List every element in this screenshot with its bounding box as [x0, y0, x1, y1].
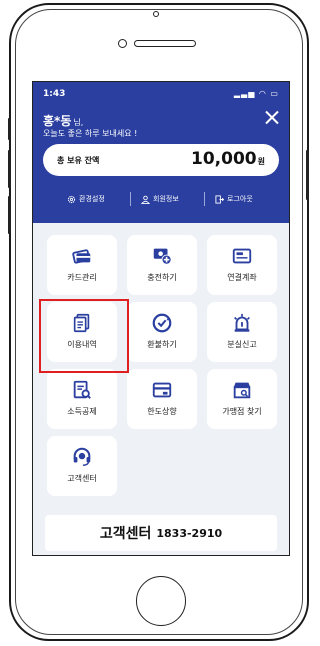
header-menu: 환경설정 회원정보 로그아웃	[33, 192, 289, 208]
logout-label: 로그아웃	[227, 195, 253, 203]
user-icon	[141, 195, 150, 204]
member-info-button[interactable]: 회원정보	[141, 194, 179, 204]
tile-refund[interactable]: 환불하기	[127, 302, 197, 362]
footer-title: 고객센터	[99, 526, 152, 542]
store-icon	[233, 382, 251, 399]
tile-income-deduction[interactable]: 소득공제	[47, 369, 117, 429]
limit-icon	[152, 382, 172, 398]
user-name-text: 홍*동	[43, 114, 72, 128]
app-header: 1:43 ▂▃▅ ◠ ▭ 홍*동 님, 오늘도 좋은 하루 보내세요 ! 총 보유…	[33, 82, 289, 223]
home-button[interactable]	[136, 576, 186, 626]
tile-card-management[interactable]: 카드관리	[47, 235, 117, 295]
close-icon[interactable]	[265, 110, 279, 124]
charge-icon	[153, 248, 172, 265]
app-screen: 1:43 ▂▃▅ ◠ ▭ 홍*동 님, 오늘도 좋은 하루 보내세요 ! 총 보유…	[32, 81, 290, 556]
tile-report-lost[interactable]: 분실신고	[207, 302, 277, 362]
volume-up-button	[8, 150, 11, 188]
balance-value: 10,000	[191, 149, 257, 169]
customer-center-banner[interactable]: 고객센터 1833-2910	[45, 515, 277, 551]
user-name: 홍*동 님,	[43, 112, 83, 129]
tile-customer-center[interactable]: 고객센터	[47, 436, 117, 496]
logout-button[interactable]: 로그아웃	[215, 194, 253, 204]
gear-icon	[67, 195, 76, 203]
refund-icon	[152, 313, 172, 333]
tile-label: 가맹점 찾기	[222, 407, 262, 416]
tile-limit-increase[interactable]: 한도상향	[127, 369, 197, 429]
tile-label: 한도상향	[147, 407, 177, 416]
honorific: 님,	[73, 118, 84, 127]
logout-icon	[215, 194, 224, 204]
footer-phone: 1833-2910	[156, 526, 223, 540]
greeting-message: 오늘도 좋은 하루 보내세요 !	[43, 129, 138, 138]
status-time: 1:43	[43, 89, 66, 99]
balance-card: 총 보유 잔액 10,000원	[43, 144, 279, 176]
tile-label: 충전하기	[147, 273, 177, 282]
earpiece-speaker	[134, 40, 196, 47]
tile-label: 소득공제	[67, 407, 97, 416]
member-info-label: 회원정보	[153, 195, 179, 203]
volume-down-button	[8, 196, 11, 234]
tile-label: 분실신고	[227, 340, 257, 349]
highlight-box	[39, 299, 129, 373]
tile-label: 고객센터	[67, 474, 97, 483]
headset-icon	[73, 447, 91, 466]
status-icons: ▂▃▅ ◠ ▭	[233, 89, 279, 98]
tile-label: 카드관리	[67, 273, 97, 282]
settings-label: 환경설정	[79, 195, 105, 203]
settings-button[interactable]: 환경설정	[67, 194, 105, 204]
power-button	[306, 150, 309, 200]
card-icon	[72, 249, 91, 264]
balance-unit: 원	[257, 157, 265, 166]
menu-divider	[204, 192, 205, 206]
alarm-icon	[234, 313, 250, 332]
tile-linked-account[interactable]: 연결계좌	[207, 235, 277, 295]
front-camera	[153, 11, 159, 17]
sensor-dot	[118, 39, 127, 48]
tile-label: 연결계좌	[227, 273, 257, 282]
tile-label: 환불하기	[147, 340, 177, 349]
account-icon	[232, 248, 252, 264]
tax-icon	[73, 380, 91, 399]
balance-label: 총 보유 잔액	[57, 156, 100, 165]
mute-switch	[8, 118, 11, 140]
tile-charge[interactable]: 충전하기	[127, 235, 197, 295]
tile-find-store[interactable]: 가맹점 찾기	[207, 369, 277, 429]
menu-divider	[130, 192, 131, 206]
balance-amount: 10,000원	[191, 149, 265, 169]
